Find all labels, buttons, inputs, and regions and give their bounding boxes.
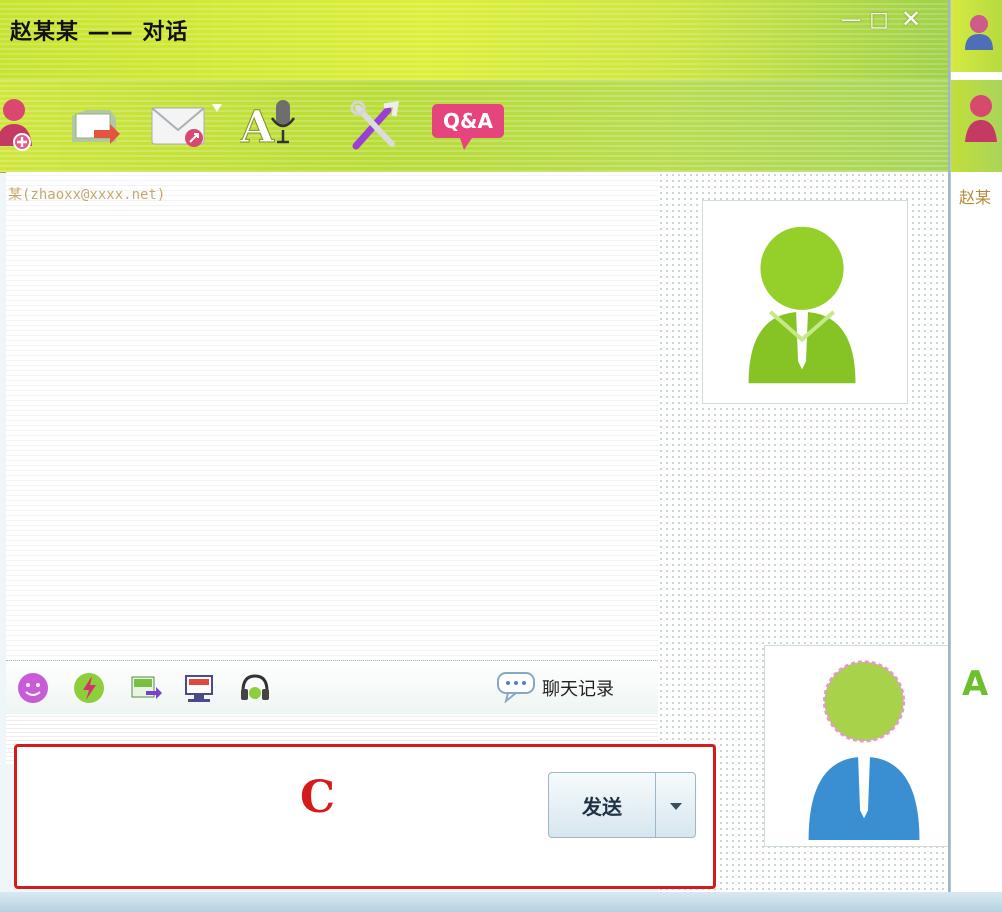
svg-text:A: A	[240, 102, 275, 153]
maximize-button[interactable]: □	[866, 8, 892, 30]
background-conversation-header: 赵某	[959, 188, 992, 207]
add-contact-icon	[965, 95, 997, 142]
emoticon-icon[interactable]	[16, 671, 50, 705]
add-contact-icon[interactable]	[0, 94, 48, 154]
send-image-icon[interactable]	[128, 671, 162, 705]
chevron-down-icon	[669, 796, 683, 815]
user-icon	[965, 15, 993, 50]
chat-history-label: 聊天记录	[542, 679, 614, 700]
input-toolbar: 聊天记录	[6, 660, 658, 716]
send-options-dropdown[interactable]	[656, 773, 695, 837]
send-file-icon[interactable]	[66, 94, 122, 154]
self-avatar[interactable]	[764, 645, 948, 847]
title-bar[interactable]: 赵某某 —— 对话 — □ ✕	[0, 0, 948, 80]
voice-chat-icon[interactable]: A	[240, 94, 304, 154]
send-button-group: 发送	[548, 772, 696, 838]
minimize-button[interactable]: —	[838, 8, 864, 30]
background-title-bar	[951, 0, 1002, 72]
email-icon[interactable]	[148, 94, 226, 154]
contact-avatar[interactable]	[702, 200, 908, 404]
send-button[interactable]: 发送	[549, 773, 656, 837]
music-icon[interactable]	[238, 671, 272, 705]
chat-window: 赵某某 —— 对话 — □ ✕ A Q&A 某(zhaoxx@xxxx.net)…	[0, 0, 950, 904]
font-icon[interactable]: A	[962, 664, 988, 704]
conversation-history[interactable]: 某(zhaoxx@xxxx.net)	[6, 172, 659, 660]
settings-tools-icon[interactable]	[346, 94, 402, 154]
screen-share-icon[interactable]	[182, 671, 216, 705]
window-title: 赵某某 —— 对话	[10, 20, 189, 45]
qa-icon[interactable]: Q&A	[430, 94, 506, 154]
taskbar-strip	[0, 892, 1002, 912]
svg-text:Q&A: Q&A	[443, 109, 493, 133]
nudge-icon[interactable]	[72, 671, 106, 705]
chat-bubble-icon	[496, 669, 538, 707]
close-button[interactable]: ✕	[898, 7, 924, 31]
background-chat-window[interactable]: 赵某	[950, 0, 1002, 904]
chat-history-link[interactable]: 聊天记录	[496, 671, 614, 705]
conversation-header: 某(zhaoxx@xxxx.net)	[8, 187, 166, 203]
annotation-marker: C	[300, 772, 336, 823]
main-toolbar: A Q&A	[0, 80, 948, 173]
